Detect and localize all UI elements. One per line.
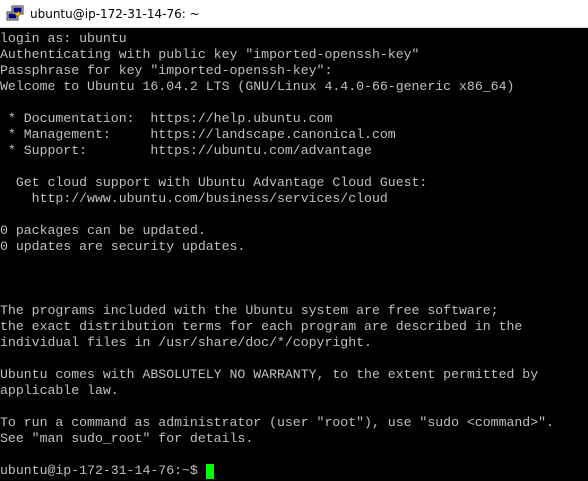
terminal-output[interactable]: login as: ubuntu Authenticating with publ… [0,28,588,481]
terminal-cursor [205,463,214,479]
terminal-line: To run a command as administrator (user … [0,415,554,430]
terminal-line: Ubuntu comes with ABSOLUTELY NO WARRANTY… [0,367,539,382]
terminal-line: Welcome to Ubuntu 16.04.2 LTS (GNU/Linux… [0,79,515,94]
terminal-line: login as: ubuntu [0,31,127,46]
terminal-line: http://www.ubuntu.com/business/services/… [0,191,388,206]
terminal-line: * Support: https://ubuntu.com/advantage [0,143,372,158]
title-bar[interactable]: ubuntu@ip-172-31-14-76: ~ [0,0,588,28]
shell-prompt: ubuntu@ip-172-31-14-76:~$ [0,463,206,478]
terminal-line: * Documentation: https://help.ubuntu.com [0,111,333,126]
terminal-line: * Management: https://landscape.canonica… [0,127,396,142]
terminal-line: applicable law. [0,383,119,398]
terminal-line: Get cloud support with Ubuntu Advantage … [0,175,428,190]
terminal-line: 0 updates are security updates. [0,239,246,254]
terminal-line: Authenticating with public key "imported… [0,47,420,62]
terminal-window: ubuntu@ip-172-31-14-76: ~ login as: ubun… [0,0,588,481]
window-title: ubuntu@ip-172-31-14-76: ~ [30,6,200,21]
terminal-line: the exact distribution terms for each pr… [0,319,523,334]
terminal-line: The programs included with the Ubuntu sy… [0,303,499,318]
terminal-line: Passphrase for key "imported-openssh-key… [0,63,333,78]
terminal-line: individual files in /usr/share/doc/*/cop… [0,335,372,350]
terminal-line: 0 packages can be updated. [0,223,206,238]
terminal-line: See "man sudo_root" for details. [0,431,254,446]
putty-icon[interactable] [6,5,24,23]
prompt-line[interactable]: ubuntu@ip-172-31-14-76:~$ [0,463,214,479]
